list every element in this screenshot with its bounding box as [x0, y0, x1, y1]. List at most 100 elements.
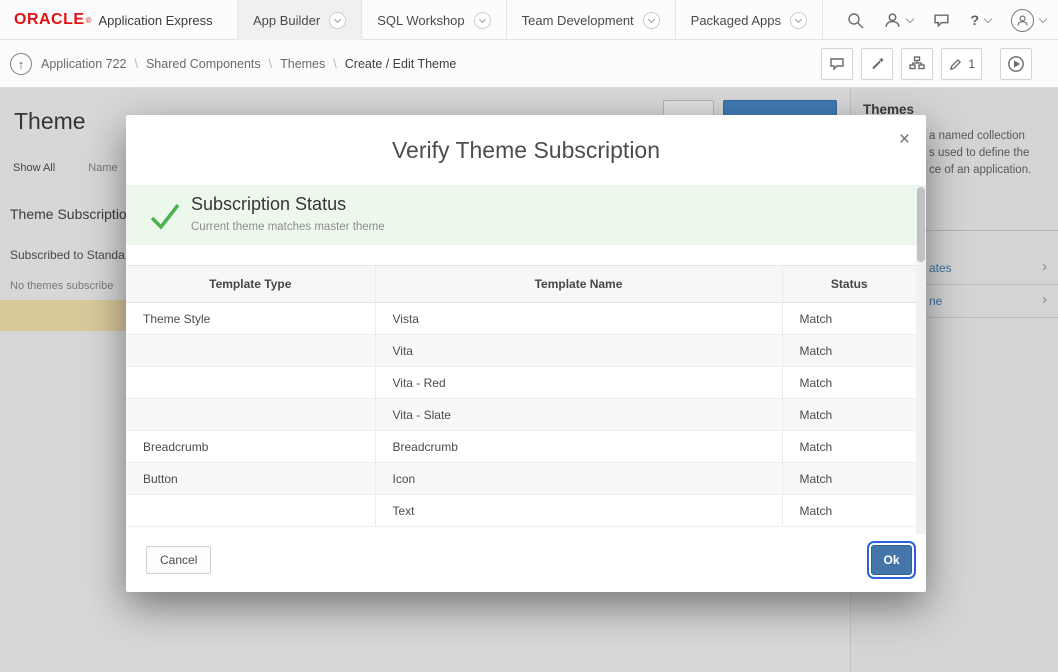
breadcrumb-separator: \	[333, 57, 336, 71]
cell-status: Match	[782, 335, 916, 367]
tab-app-builder[interactable]: App Builder	[237, 0, 361, 40]
table-header-row: Template Type Template Name Status	[126, 266, 916, 303]
cell-status: Match	[782, 367, 916, 399]
table-row: Vita Match	[126, 335, 916, 367]
tab-packaged-apps[interactable]: Packaged Apps	[675, 0, 823, 40]
cell-template-name: Breadcrumb	[375, 431, 782, 463]
cell-template-name: Vita - Slate	[375, 399, 782, 431]
chat-bubble-icon	[933, 12, 950, 29]
tab-label: App Builder	[253, 13, 320, 28]
cell-template-type	[126, 495, 375, 527]
cell-status: Match	[782, 463, 916, 495]
admin-menu-button[interactable]	[884, 12, 913, 29]
edit-page-number: 1	[968, 57, 975, 71]
search-button[interactable]	[847, 12, 864, 29]
cell-template-type: Theme Style	[126, 303, 375, 335]
top-nav: ORACLE® Application Express App Builder …	[0, 0, 1058, 40]
cell-status: Match	[782, 399, 916, 431]
help-icon: ?	[970, 12, 979, 28]
modal-scrollbar-thumb[interactable]	[917, 187, 925, 262]
table-row: Vita - Slate Match	[126, 399, 916, 431]
chevron-down-icon	[329, 12, 346, 29]
table-row: Vita - Red Match	[126, 367, 916, 399]
search-icon	[847, 12, 864, 29]
oracle-logo: ORACLE	[14, 11, 85, 29]
status-heading: Subscription Status	[191, 194, 346, 215]
chevron-down-icon	[984, 14, 992, 22]
cell-template-type	[126, 335, 375, 367]
breadcrumb: Application 722 \ Shared Components \ Th…	[41, 40, 456, 88]
edit-page-button[interactable]: 1	[941, 48, 982, 80]
hierarchy-button[interactable]	[901, 48, 933, 80]
nav-actions: ?	[847, 0, 1046, 40]
play-icon	[1007, 55, 1025, 73]
chevron-down-icon	[1039, 14, 1047, 22]
pencil-icon	[948, 57, 963, 72]
tab-label: Packaged Apps	[691, 13, 781, 28]
breadcrumb-separator: \	[269, 57, 272, 71]
user-menu-button[interactable]	[1011, 9, 1046, 32]
status-subtext: Current theme matches master theme	[191, 221, 385, 233]
chevron-down-icon	[790, 12, 807, 29]
cell-template-type: Button	[126, 463, 375, 495]
dialog-title: Verify Theme Subscription	[126, 137, 926, 164]
table-row: Theme Style Vista Match	[126, 303, 916, 335]
wand-icon	[869, 56, 885, 72]
hierarchy-icon	[909, 56, 925, 72]
cell-template-name: Text	[375, 495, 782, 527]
cell-template-name: Icon	[375, 463, 782, 495]
breadcrumb-item-shared-components[interactable]: Shared Components	[146, 57, 261, 71]
main-tabs: App Builder SQL Workshop Team Developmen…	[237, 0, 823, 40]
user-icon	[1016, 14, 1029, 27]
tab-label: Team Development	[522, 13, 634, 28]
chevron-down-icon	[643, 12, 660, 29]
breadcrumb-item-themes[interactable]: Themes	[280, 57, 325, 71]
chevron-down-icon	[474, 12, 491, 29]
tab-label: SQL Workshop	[377, 13, 464, 28]
comments-button[interactable]	[821, 48, 853, 80]
column-header-template-type: Template Type	[126, 266, 375, 303]
cell-template-name: Vista	[375, 303, 782, 335]
feedback-button[interactable]	[933, 12, 950, 29]
column-header-status: Status	[782, 266, 916, 303]
chat-bubble-icon	[829, 56, 845, 72]
table-row: Button Icon Match	[126, 463, 916, 495]
cancel-button[interactable]: Cancel	[146, 546, 211, 574]
avatar	[1011, 9, 1034, 32]
tab-team-development[interactable]: Team Development	[506, 0, 675, 40]
shortcut-button[interactable]	[861, 48, 893, 80]
help-menu-button[interactable]: ?	[970, 12, 991, 28]
checkmark-icon	[148, 199, 182, 233]
breadcrumb-bar: ↑ Application 722 \ Shared Components \ …	[0, 40, 1058, 88]
tab-sql-workshop[interactable]: SQL Workshop	[361, 0, 505, 40]
cell-template-type	[126, 367, 375, 399]
cell-status: Match	[782, 495, 916, 527]
cell-template-type: Breadcrumb	[126, 431, 375, 463]
product-name: Application Express	[98, 13, 212, 28]
registered-mark: ®	[86, 16, 92, 25]
column-header-template-name: Template Name	[375, 266, 782, 303]
modal-scrollbar-track[interactable]	[916, 185, 926, 534]
cell-template-type	[126, 399, 375, 431]
breadcrumb-item-application[interactable]: Application 722	[41, 57, 126, 71]
run-application-button[interactable]	[1000, 48, 1032, 80]
up-arrow-icon[interactable]: ↑	[10, 53, 32, 75]
screen: ORACLE® Application Express App Builder …	[0, 0, 1058, 672]
template-verification-table: Template Type Template Name Status Theme…	[126, 265, 916, 527]
page-toolbar: 1	[821, 48, 1032, 80]
verify-theme-subscription-dialog: Verify Theme Subscription × Subscription…	[126, 115, 926, 592]
breadcrumb-item-current: Create / Edit Theme	[345, 57, 457, 71]
brand: ORACLE® Application Express	[14, 0, 213, 40]
close-icon[interactable]: ×	[899, 129, 910, 151]
table-row: Breadcrumb Breadcrumb Match	[126, 431, 916, 463]
breadcrumb-separator: \	[134, 57, 137, 71]
cell-status: Match	[782, 303, 916, 335]
cell-template-name: Vita	[375, 335, 782, 367]
chevron-down-icon	[906, 14, 914, 22]
cell-template-name: Vita - Red	[375, 367, 782, 399]
user-icon	[884, 12, 901, 29]
subscription-status-banner: Subscription Status Current theme matche…	[126, 185, 916, 245]
cell-status: Match	[782, 431, 916, 463]
table-row: Text Match	[126, 495, 916, 527]
ok-button[interactable]: Ok	[871, 545, 912, 575]
